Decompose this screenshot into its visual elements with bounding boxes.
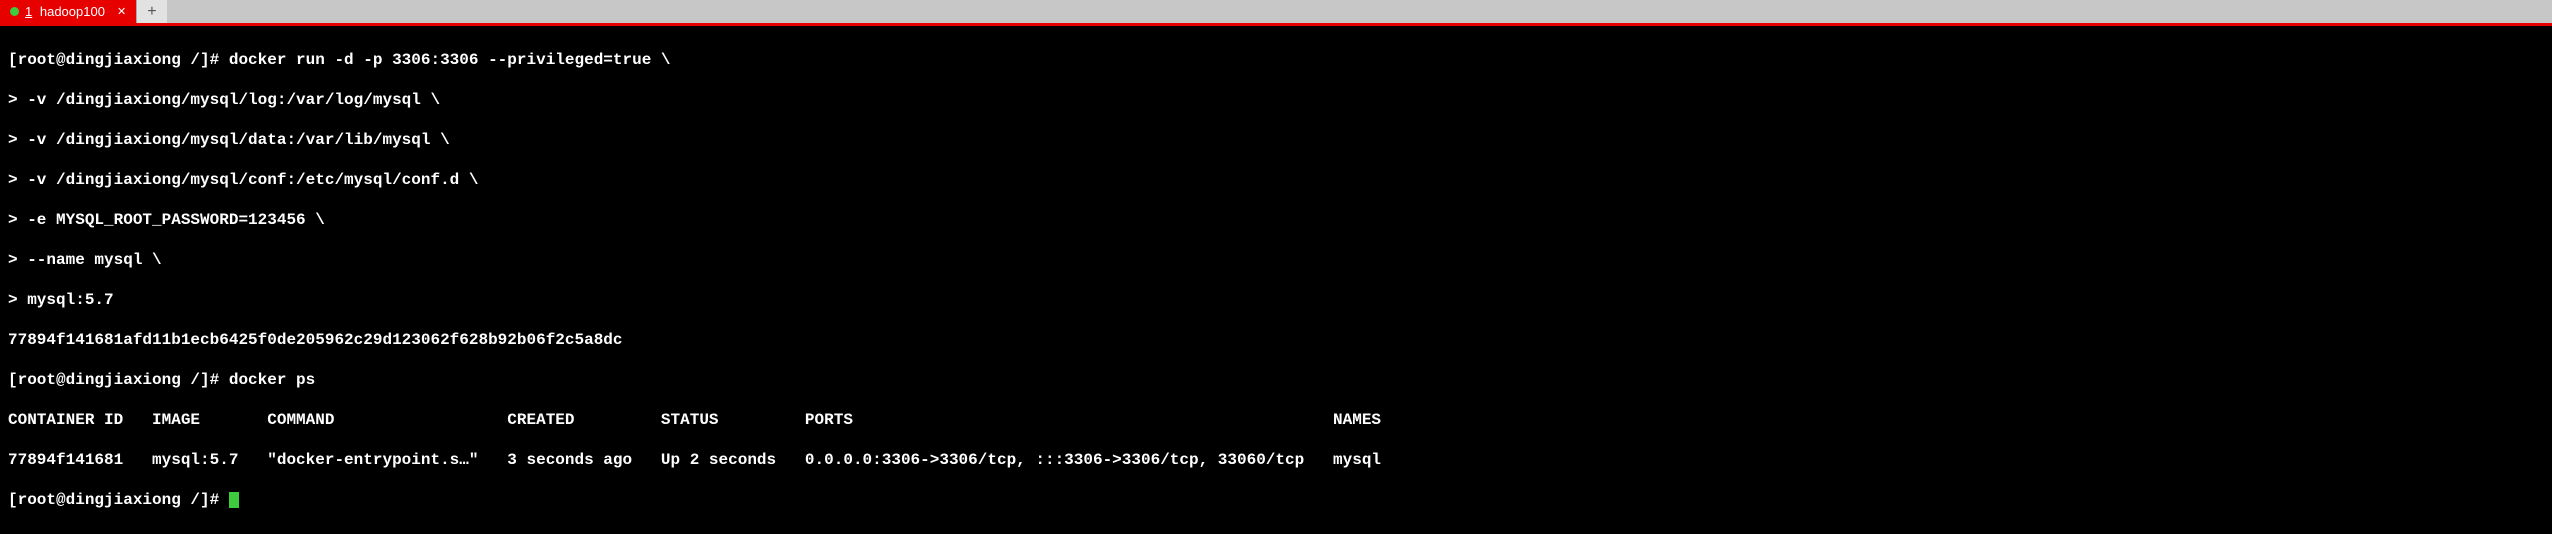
- tab-hadoop100[interactable]: 1 hadoop100 ✕: [0, 0, 136, 23]
- terminal-line: > -v /dingjiaxiong/mysql/conf:/etc/mysql…: [8, 170, 2544, 190]
- terminal-line: [root@dingjiaxiong /]# docker run -d -p …: [8, 50, 2544, 70]
- terminal-line: > mysql:5.7: [8, 290, 2544, 310]
- tab-bar: 1 hadoop100 ✕ +: [0, 0, 2552, 26]
- terminal-line: [root@dingjiaxiong /]# docker ps: [8, 370, 2544, 390]
- terminal-line: > -e MYSQL_ROOT_PASSWORD=123456 \: [8, 210, 2544, 230]
- terminal-prompt-line: [root@dingjiaxiong /]#: [8, 490, 2544, 510]
- tab-number: 1: [25, 4, 32, 19]
- cursor-icon: [229, 492, 239, 508]
- terminal-line: > -v /dingjiaxiong/mysql/data:/var/lib/m…: [8, 130, 2544, 150]
- terminal-line: > -v /dingjiaxiong/mysql/log:/var/log/my…: [8, 90, 2544, 110]
- status-dot-icon: [10, 7, 19, 16]
- terminal-line: 77894f141681 mysql:5.7 "docker-entrypoin…: [8, 450, 2544, 470]
- tab-name: hadoop100: [40, 4, 105, 19]
- add-tab-button[interactable]: +: [136, 0, 167, 23]
- terminal-line: CONTAINER ID IMAGE COMMAND CREATED STATU…: [8, 410, 2544, 430]
- terminal-prompt: [root@dingjiaxiong /]#: [8, 491, 229, 509]
- close-icon[interactable]: ✕: [117, 5, 126, 18]
- tab-label: 1 hadoop100: [25, 4, 105, 19]
- terminal-line: > --name mysql \: [8, 250, 2544, 270]
- terminal-line: 77894f141681afd11b1ecb6425f0de205962c29d…: [8, 330, 2544, 350]
- terminal-output[interactable]: [root@dingjiaxiong /]# docker run -d -p …: [0, 26, 2552, 534]
